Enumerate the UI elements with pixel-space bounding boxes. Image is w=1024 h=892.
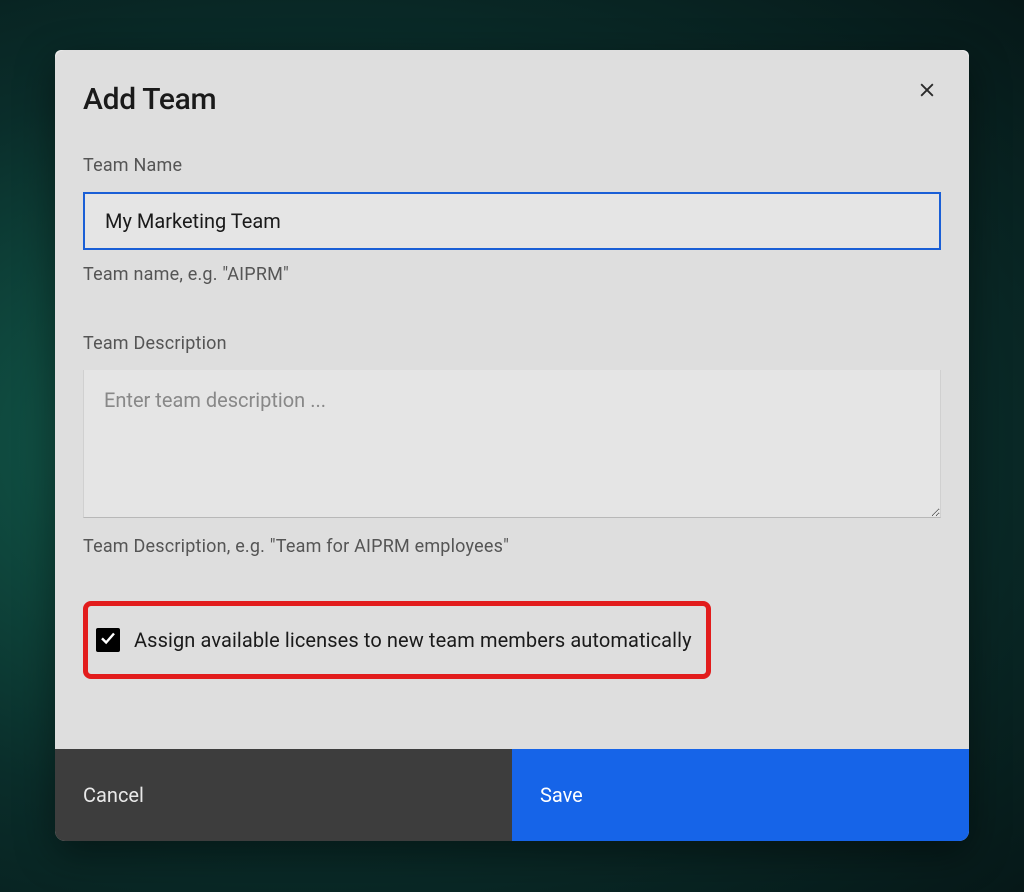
modal-body: Add Team Team Name Team name, e.g. "AIPR… [55, 50, 969, 749]
team-name-label: Team Name [83, 155, 941, 176]
team-description-label: Team Description [83, 333, 941, 354]
checkmark-icon [99, 629, 117, 651]
team-description-helper: Team Description, e.g. "Team for AIPRM e… [83, 536, 941, 557]
team-description-input[interactable] [83, 370, 941, 518]
team-name-input[interactable] [83, 192, 941, 250]
save-button[interactable]: Save [512, 749, 969, 841]
assign-licenses-highlight: Assign available licenses to new team me… [83, 601, 711, 679]
team-name-field-group: Team Name Team name, e.g. "AIPRM" [83, 155, 941, 285]
assign-licenses-checkbox[interactable] [96, 628, 120, 652]
cancel-button[interactable]: Cancel [55, 749, 512, 841]
assign-licenses-label[interactable]: Assign available licenses to new team me… [134, 628, 692, 652]
team-name-helper: Team name, e.g. "AIPRM" [83, 264, 941, 285]
close-button[interactable] [913, 78, 941, 106]
add-team-modal: Add Team Team Name Team name, e.g. "AIPR… [55, 50, 969, 841]
team-description-field-group: Team Description Team Description, e.g. … [83, 333, 941, 557]
modal-footer: Cancel Save [55, 749, 969, 841]
modal-title: Add Team [83, 82, 941, 117]
close-icon [917, 80, 937, 104]
